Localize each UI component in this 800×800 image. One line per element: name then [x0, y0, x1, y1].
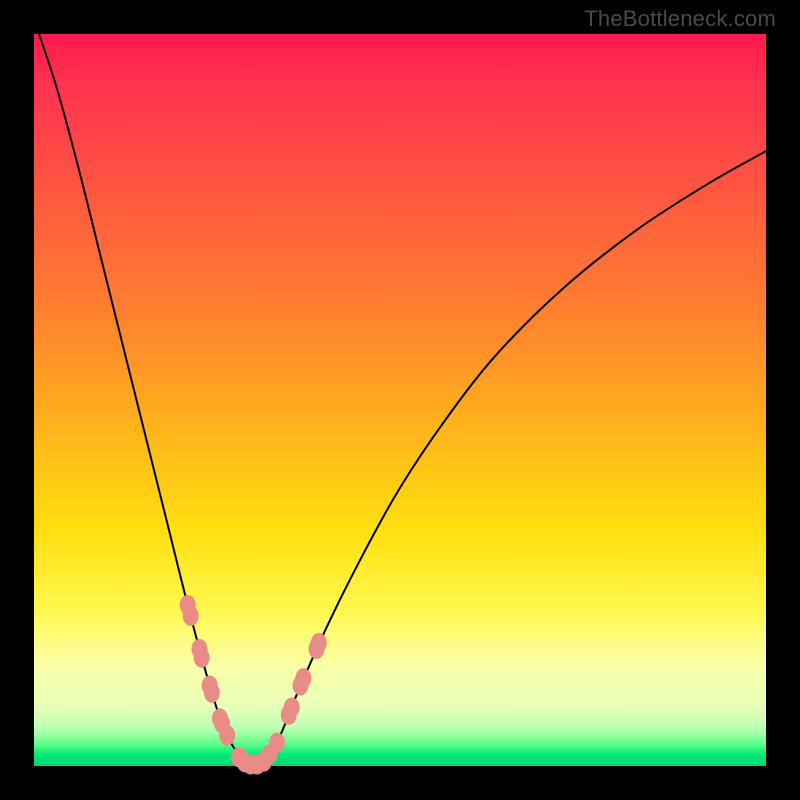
- data-marker: [269, 733, 285, 753]
- data-marker: [295, 668, 311, 688]
- data-marker: [219, 725, 235, 745]
- data-marker: [311, 633, 327, 653]
- watermark-text: TheBottleneck.com: [584, 6, 776, 32]
- bottleneck-curve-svg: [34, 34, 766, 766]
- data-markers-group: [180, 595, 327, 775]
- plot-area: [34, 34, 766, 766]
- data-marker: [204, 683, 220, 703]
- data-marker: [194, 648, 210, 668]
- data-marker: [284, 697, 300, 717]
- chart-frame: TheBottleneck.com: [0, 0, 800, 800]
- data-marker: [183, 606, 199, 626]
- bottleneck-curve: [34, 19, 766, 764]
